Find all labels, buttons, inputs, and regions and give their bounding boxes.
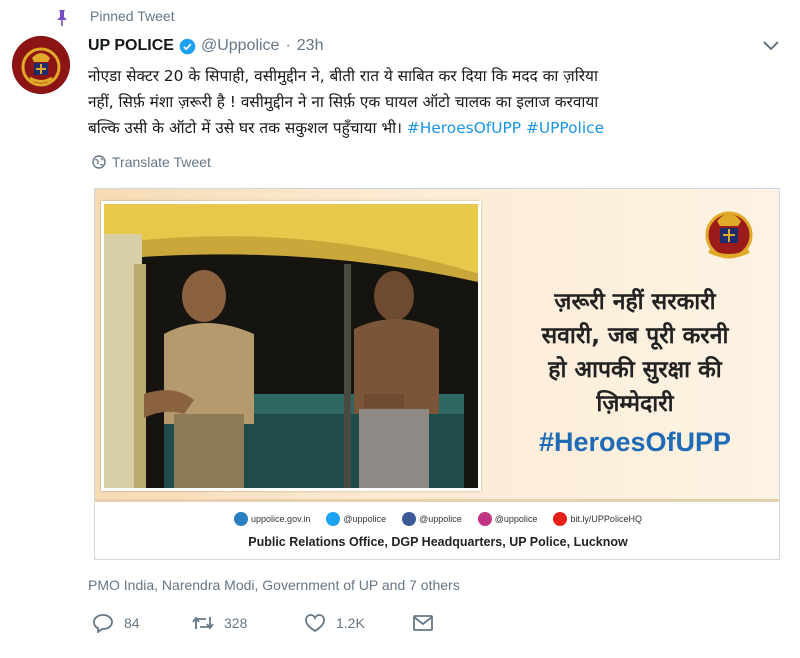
chevron-down-icon[interactable]: [762, 40, 780, 52]
tweet-line-2: नहीं, सिर्फ़ मंशा ज़रूरी है ! वसीमुद्दीन…: [88, 93, 599, 111]
hashtag-heroesofupp[interactable]: #HeroesOfUPP: [407, 119, 521, 137]
poster-photo: [101, 201, 481, 491]
tweet-line-3: बल्कि उसी के ऑटो में उसे घर तक सकुशल पहु…: [88, 115, 778, 141]
auto-rickshaw-photo: [104, 204, 478, 488]
twitter-icon: [326, 512, 341, 526]
poster-footer: uppolice.gov.in @uppolice @uppolice @upp…: [95, 499, 779, 559]
social-youtube-label: bit.ly/UPPoliceHQ: [570, 514, 642, 524]
retweet-count: 328: [224, 615, 248, 631]
tweet-timestamp[interactable]: 23h: [297, 37, 324, 55]
slogan-line-2: सवारी, जब पूरी करनी: [541, 323, 729, 349]
social-facebook-label: @uppolice: [419, 514, 462, 524]
pinned-label: Pinned Tweet: [90, 8, 175, 24]
tweet-line-1: नोएडा सेक्टर 20 के सिपाही, वसीमुद्दीन ने…: [88, 67, 598, 85]
globe-icon: [234, 512, 249, 526]
social-website: uppolice.gov.in: [234, 512, 310, 526]
like-count: 1.2K: [336, 615, 365, 631]
poster-slogan: ज़रूरी नहीं सरकारी सवारी, जब पूरी करनी ह…: [490, 285, 779, 421]
poster-social-links: uppolice.gov.in @uppolice @uppolice @upp…: [95, 512, 779, 526]
instagram-icon: [477, 512, 492, 526]
retweet-icon: [192, 616, 214, 630]
heart-icon: [305, 614, 325, 633]
tweet-text: नोएडा सेक्टर 20 के सिपाही, वसीमुद्दीन ने…: [88, 63, 778, 141]
reply-count: 84: [124, 615, 140, 631]
poster-hashtag: #HeroesOfUPP: [538, 427, 732, 457]
social-twitter: @uppolice: [326, 512, 386, 526]
social-instagram-label: @uppolice: [494, 514, 538, 524]
verified-badge-icon: [179, 38, 196, 54]
direct-message-button[interactable]: [412, 613, 434, 633]
envelope-icon: [413, 615, 433, 631]
tweet-line-3-text: बल्कि उसी के ऑटो में उसे घर तक सकुशल पहु…: [88, 119, 407, 137]
social-website-label: uppolice.gov.in: [251, 514, 311, 524]
poster-office-credit: Public Relations Office, DGP Headquarter…: [248, 535, 628, 549]
pinned-indicator: Pinned Tweet: [57, 8, 175, 26]
separator-dot: ·: [285, 37, 291, 54]
slogan-line-3: हो आपकी सुरक्षा की: [548, 357, 722, 383]
tweet-actions: 84 328 1.2K: [92, 613, 434, 633]
pin-icon: [57, 10, 67, 26]
author-name[interactable]: UP POLICE: [88, 37, 174, 55]
translate-tweet-button[interactable]: Translate Tweet: [92, 154, 211, 170]
avatar[interactable]: [12, 36, 70, 94]
youtube-icon: [553, 512, 568, 526]
slogan-line-1: ज़रूरी नहीं सरकारी: [554, 289, 716, 315]
up-police-logo: [12, 36, 70, 94]
up-police-emblem: [705, 211, 753, 259]
tweet-header: UP POLICE @Uppolice · 23h: [88, 37, 323, 55]
globe-icon: [92, 155, 106, 169]
social-facebook: @uppolice: [402, 512, 462, 526]
tweet-media-image[interactable]: ज़रूरी नहीं सरकारी सवारी, जब पूरी करनी ह…: [94, 188, 780, 560]
reply-button[interactable]: 84: [92, 613, 192, 633]
reply-icon: [93, 614, 113, 633]
author-handle[interactable]: @Uppolice: [201, 37, 280, 55]
like-button[interactable]: 1.2K: [304, 613, 412, 633]
hashtag-uppolice[interactable]: #UPPolice: [526, 119, 604, 137]
retweet-button[interactable]: 328: [192, 613, 304, 633]
slogan-line-4: ज़िम्मेदारी: [596, 391, 674, 417]
social-instagram: @uppolice: [477, 512, 538, 526]
translate-label: Translate Tweet: [112, 154, 211, 170]
social-youtube: bit.ly/UPPoliceHQ: [553, 512, 642, 526]
liked-by-summary[interactable]: PMO India, Narendra Modi, Government of …: [88, 577, 460, 593]
social-twitter-label: @uppolice: [343, 514, 387, 524]
facebook-icon: [402, 512, 417, 526]
